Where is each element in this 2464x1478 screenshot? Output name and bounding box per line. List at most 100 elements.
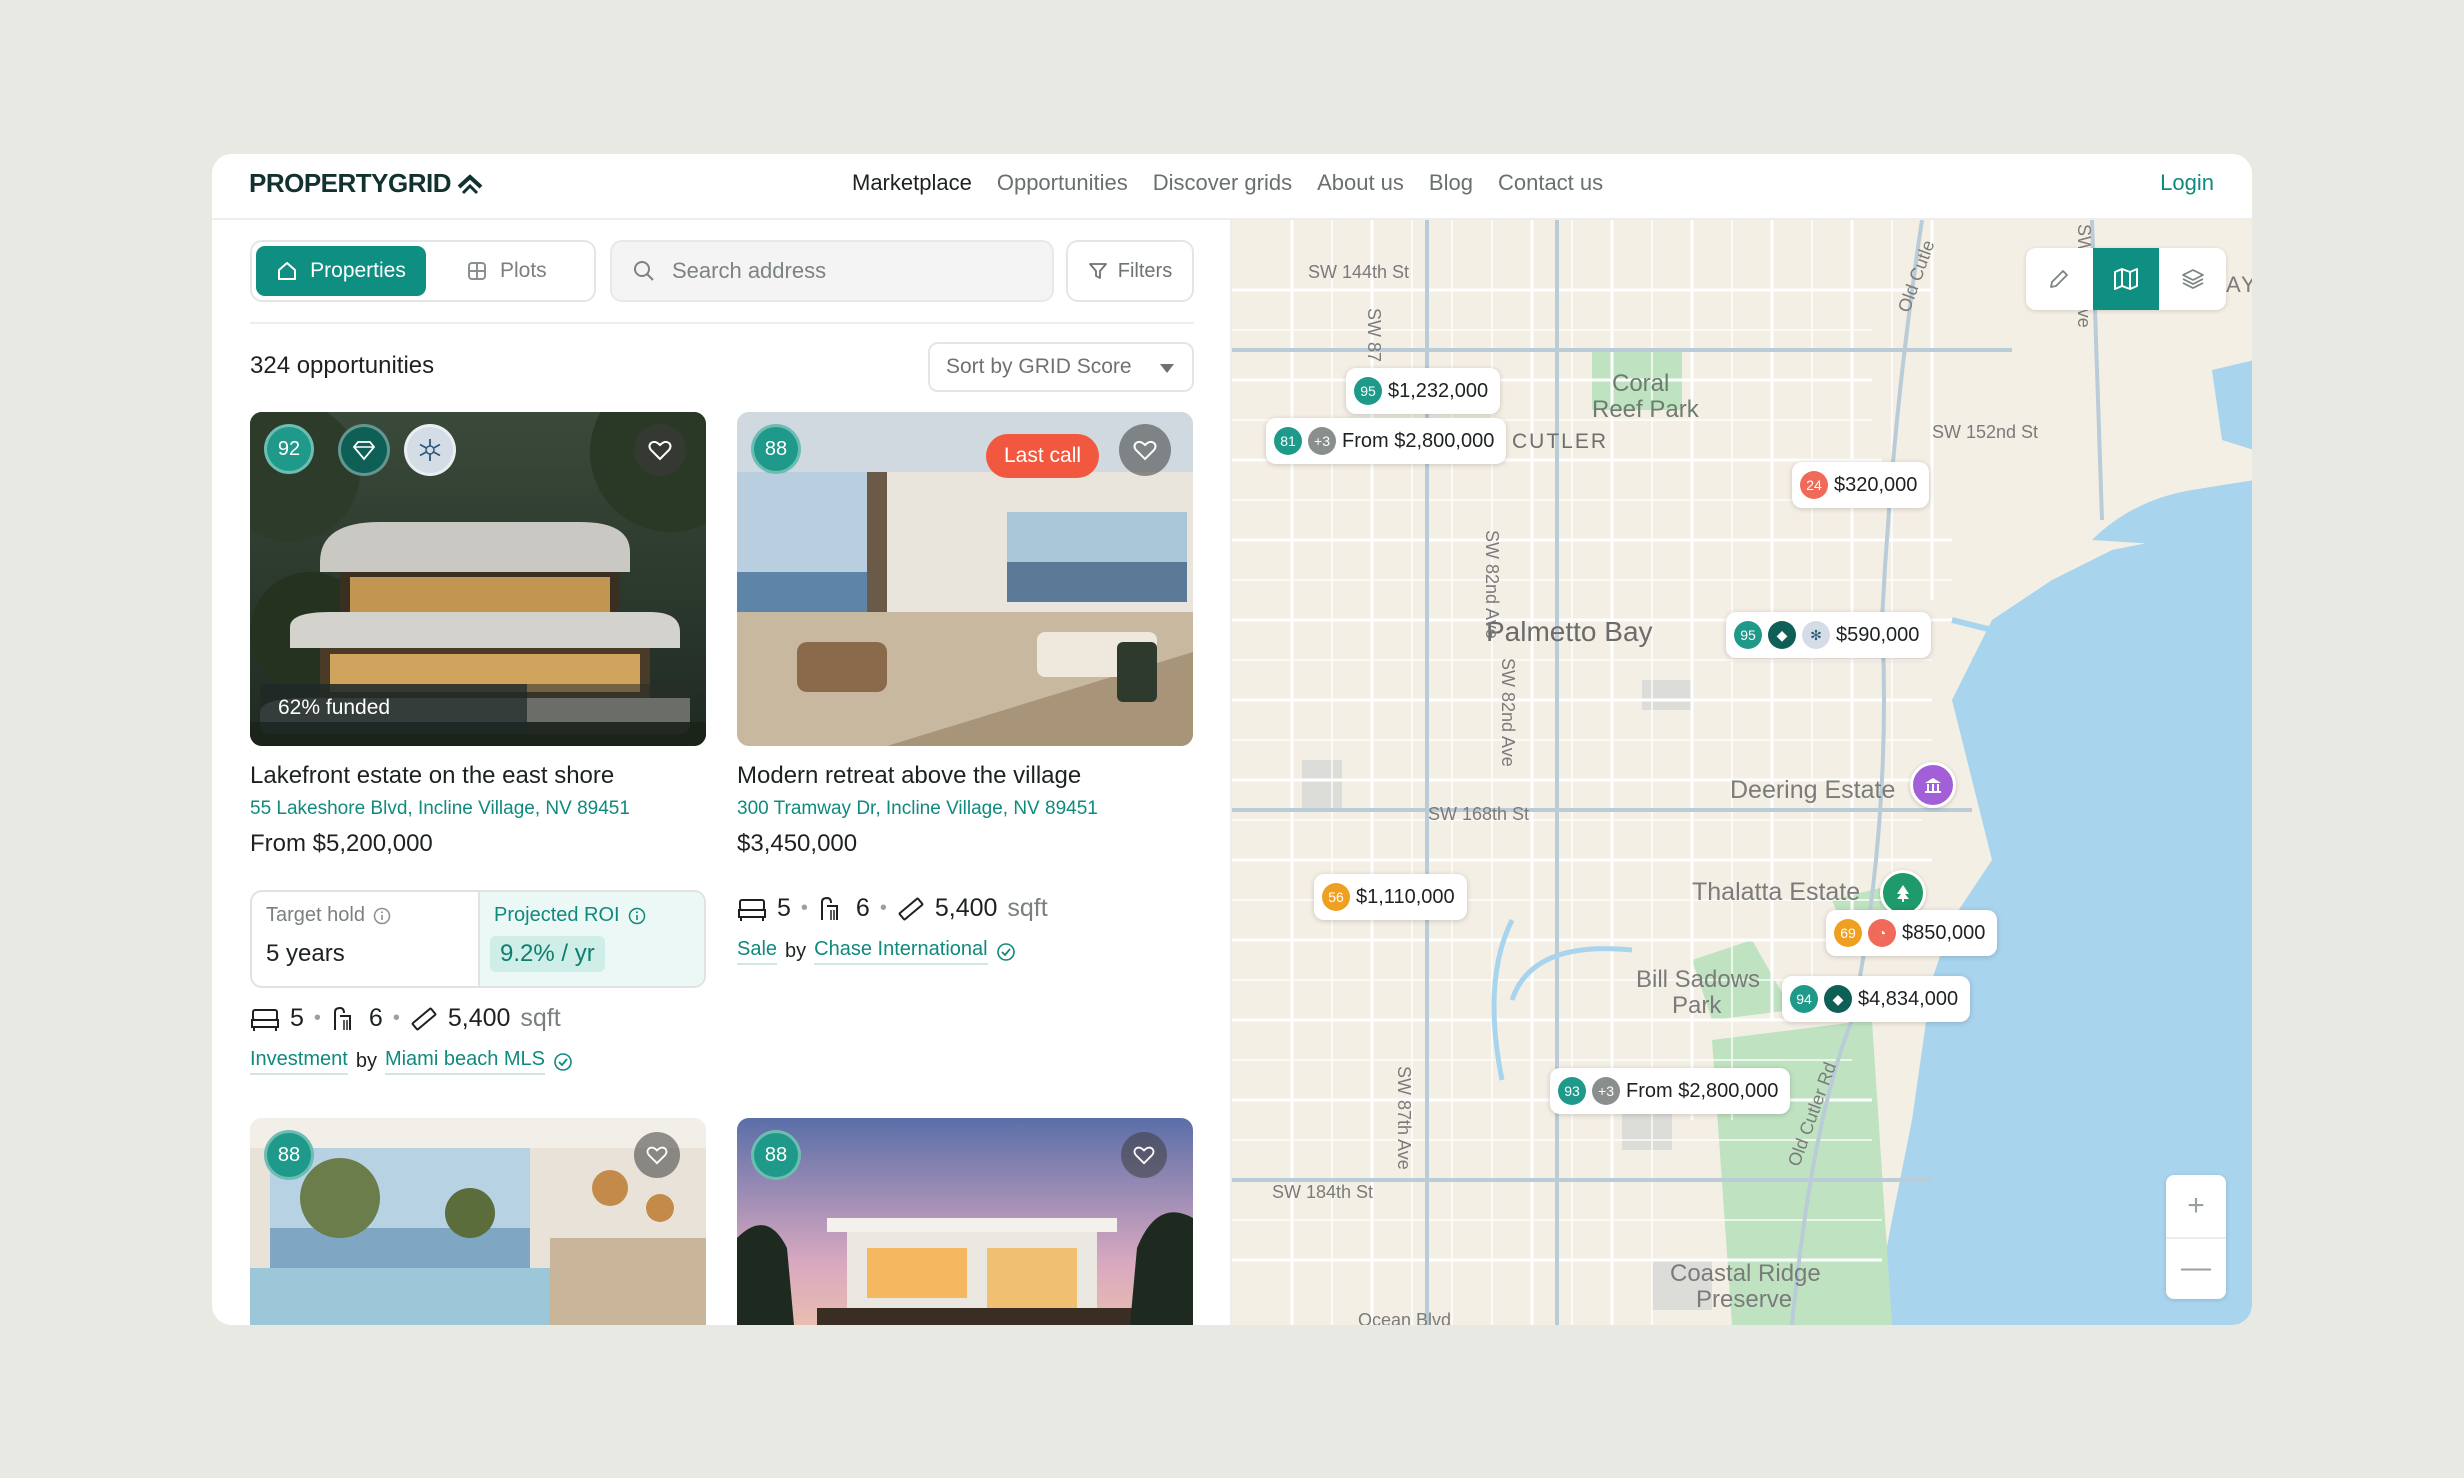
pin-score: 69 xyxy=(1834,919,1862,947)
tab-properties[interactable]: Properties xyxy=(256,246,426,296)
pin-extra-count: +3 xyxy=(1592,1077,1620,1105)
login-link[interactable]: Login xyxy=(2160,170,2214,196)
nav-opportunities[interactable]: Opportunities xyxy=(997,170,1128,196)
map-tools xyxy=(2026,248,2226,310)
pin-score: 24 xyxy=(1800,471,1828,499)
map-label: SW 152nd St xyxy=(1932,422,2039,442)
filters-button[interactable]: Filters xyxy=(1066,240,1194,302)
favorite-button[interactable] xyxy=(634,1132,680,1178)
grid-score-badge: 88 xyxy=(751,1130,801,1180)
app-frame: PROPERTYGRID Marketplace Opportunities D… xyxy=(212,154,2252,1325)
property-photo: 92 62% funded xyxy=(250,412,706,746)
property-specs: 5 • 6 • 5,400 sqft xyxy=(737,894,1048,923)
grid-score-value: 88 xyxy=(764,437,788,460)
museum-poi-icon[interactable] xyxy=(1910,762,1956,808)
chevron-down-icon xyxy=(1160,364,1174,373)
map-price-pin[interactable]: 81 +3 From $2,800,000 xyxy=(1266,418,1507,464)
listing-type-link[interactable]: Investment xyxy=(250,1048,348,1075)
zoom-out-button[interactable]: — xyxy=(2166,1237,2226,1299)
logo-mark-icon xyxy=(457,173,483,194)
map-price-pin[interactable]: 69 ◔ $850,000 xyxy=(1826,910,1998,956)
agent-link[interactable]: Chase International xyxy=(814,938,988,965)
map-label: SW 144th St xyxy=(1308,262,1410,282)
ruler-icon xyxy=(411,1007,437,1030)
property-card[interactable]: 88 xyxy=(250,1118,706,1325)
listing-type-link[interactable]: Sale xyxy=(737,938,778,965)
diamond-badge xyxy=(338,424,390,476)
divider xyxy=(2166,1237,2226,1239)
nav-marketplace[interactable]: Marketplace xyxy=(852,170,972,196)
grid-score-value: 92 xyxy=(277,437,301,460)
search-input[interactable] xyxy=(670,257,1034,285)
property-photo: 88 xyxy=(737,1118,1193,1325)
property-card[interactable]: 92 62% funded Lakefront estate on the ea… xyxy=(250,412,706,1092)
results-count: 324 opportunities xyxy=(250,352,435,379)
projected-roi-label: Projected ROI xyxy=(494,904,620,926)
bed-icon xyxy=(738,898,766,921)
search-box xyxy=(610,240,1054,302)
pin-price: From $2,800,000 xyxy=(1342,429,1495,452)
projected-roi-value: 9.2% / yr xyxy=(490,936,605,972)
draw-button[interactable] xyxy=(2026,248,2093,310)
heart-icon xyxy=(646,1146,668,1165)
map-price-pin[interactable]: 94 ◆ $4,834,000 xyxy=(1782,976,1971,1022)
pin-price: $1,110,000 xyxy=(1356,885,1455,908)
area-unit: sqft xyxy=(520,1004,561,1032)
target-hold-label: Target hold xyxy=(266,904,365,926)
filter-icon xyxy=(1088,263,1107,279)
pin-score: 81 xyxy=(1274,427,1302,455)
map-price-pin[interactable]: 93 +3 From $2,800,000 xyxy=(1550,1068,1791,1114)
grid-icon xyxy=(468,262,486,280)
favorite-button[interactable] xyxy=(1119,424,1171,476)
nav-about-us[interactable]: About us xyxy=(1317,170,1404,196)
map-price-pin[interactable]: 24 $320,000 xyxy=(1792,462,1930,508)
search-icon xyxy=(634,261,654,281)
grid-score-badge: 88 xyxy=(751,424,801,474)
pencil-icon xyxy=(2050,270,2069,288)
map-mode-button[interactable] xyxy=(2092,248,2160,310)
map-price-pin[interactable]: 95 ◆ ✻ $590,000 xyxy=(1726,612,1932,658)
map-price-pin[interactable]: 56 $1,110,000 xyxy=(1314,874,1467,920)
nav-discover-grids[interactable]: Discover grids xyxy=(1153,170,1292,196)
logo[interactable]: PROPERTYGRID xyxy=(249,168,483,199)
by-label: by xyxy=(355,1050,377,1072)
property-address[interactable]: 55 Lakeshore Blvd, Incline Village, NV 8… xyxy=(250,798,630,820)
property-title[interactable]: Modern retreat above the village xyxy=(737,762,1081,790)
favorite-button[interactable] xyxy=(1121,1132,1167,1178)
layers-button[interactable] xyxy=(2159,248,2226,310)
separator-dot: • xyxy=(879,897,887,919)
agent-link[interactable]: Miami beach MLS xyxy=(384,1048,546,1075)
zoom-in-button[interactable]: + xyxy=(2166,1175,2226,1237)
property-address[interactable]: 300 Tramway Dr, Incline Village, NV 8945… xyxy=(737,798,1098,820)
listing-meta: Sale by Chase International xyxy=(737,938,1016,965)
verified-icon xyxy=(554,1052,572,1071)
beds-count: 5 xyxy=(290,1004,304,1032)
ruler-icon xyxy=(898,897,924,920)
bath-icon xyxy=(333,1006,351,1030)
map-view[interactable]: Palmetto Bay CUTLER Coral Reef Park Deer… xyxy=(1230,220,2252,1325)
info-icon[interactable] xyxy=(373,907,391,925)
map-label: Palmetto Bay xyxy=(1486,616,1653,647)
property-card[interactable]: 88 xyxy=(737,1118,1193,1325)
map-price-pin[interactable]: 95 $1,232,000 xyxy=(1346,368,1501,414)
nav-contact-us[interactable]: Contact us xyxy=(1498,170,1603,196)
nav-blog[interactable]: Blog xyxy=(1429,170,1473,196)
sort-dropdown[interactable]: Sort by GRID Score xyxy=(928,342,1194,392)
last-call-badge: Last call xyxy=(986,434,1100,478)
tab-plots[interactable]: Plots xyxy=(466,246,547,296)
area-value: 5,400 xyxy=(447,1004,511,1032)
info-icon[interactable] xyxy=(628,907,646,925)
grid-score-value: 88 xyxy=(277,1143,301,1166)
pin-price: From $2,800,000 xyxy=(1626,1079,1779,1102)
beds-count: 5 xyxy=(777,894,791,922)
map-label: SW 82nd Ave xyxy=(1482,530,1502,639)
pin-price: $320,000 xyxy=(1834,473,1918,496)
projected-roi-label-row: Projected ROI xyxy=(494,904,646,927)
target-hold-label-row: Target hold xyxy=(266,904,391,927)
map-label: SW 87th Ave xyxy=(1394,1066,1414,1170)
listing-meta: Investment by Miami beach MLS xyxy=(250,1048,573,1075)
property-title[interactable]: Lakefront estate on the east shore xyxy=(250,762,614,790)
favorite-button[interactable] xyxy=(634,424,686,476)
property-card[interactable]: 88 Last call Modern retreat above the vi… xyxy=(737,412,1193,1012)
baths-count: 6 xyxy=(368,1004,383,1032)
